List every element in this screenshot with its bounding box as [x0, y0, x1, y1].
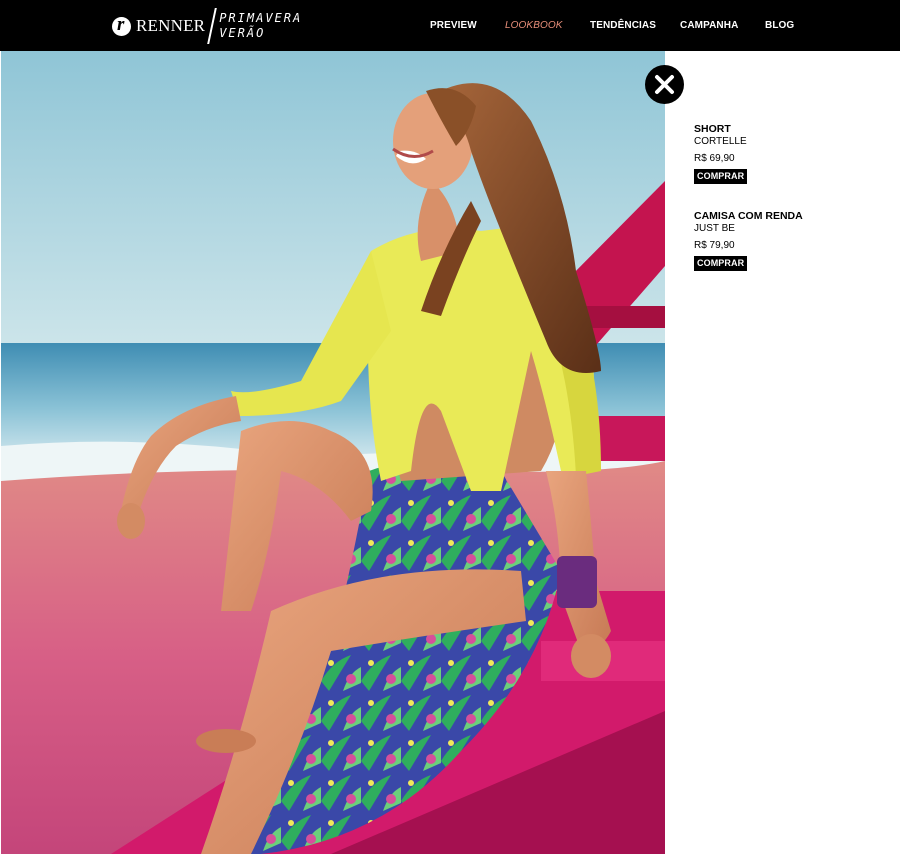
product-item: SHORT CORTELLE R$ 69,90 COMPRAR: [694, 123, 884, 184]
brand-name: RENNER: [136, 16, 206, 35]
product-price: R$ 69,90: [694, 153, 735, 164]
tagline-line-1: PRIMAVERA: [219, 11, 303, 25]
product-brand: CORTELLE: [694, 136, 747, 147]
product-price: R$ 79,90: [694, 240, 735, 251]
product-brand: JUST BE: [694, 223, 735, 234]
brand-divider: [207, 8, 218, 44]
product-name: CAMISA COM RENDA: [694, 210, 803, 222]
close-button[interactable]: [645, 65, 684, 104]
collection-tagline: PRIMAVERA VERÃO: [219, 11, 302, 41]
nav-blog[interactable]: BLOG: [765, 0, 794, 51]
renner-logo-icon: [112, 14, 131, 36]
lookbook-photo: [1, 51, 665, 854]
top-navigation-bar: RENNER PRIMAVERA VERÃO PREVIEW LOOKBOOK …: [0, 0, 900, 51]
product-name: SHORT: [694, 123, 731, 135]
tagline-line-2: VERÃO: [219, 26, 266, 40]
nav-preview[interactable]: PREVIEW: [430, 0, 477, 51]
buy-button[interactable]: COMPRAR: [694, 169, 748, 184]
buy-button[interactable]: COMPRAR: [694, 256, 748, 271]
nav-lookbook[interactable]: LOOKBOOK: [505, 0, 563, 51]
nav-campanha[interactable]: CAMPANHA: [680, 0, 738, 51]
close-icon: [655, 75, 674, 94]
nav-tendencias[interactable]: TENDÊNCIAS: [590, 0, 656, 51]
product-item: CAMISA COM RENDA JUST BE R$ 79,90 COMPRA…: [694, 210, 884, 271]
brand-logo[interactable]: RENNER PRIMAVERA VERÃO: [112, 8, 302, 44]
